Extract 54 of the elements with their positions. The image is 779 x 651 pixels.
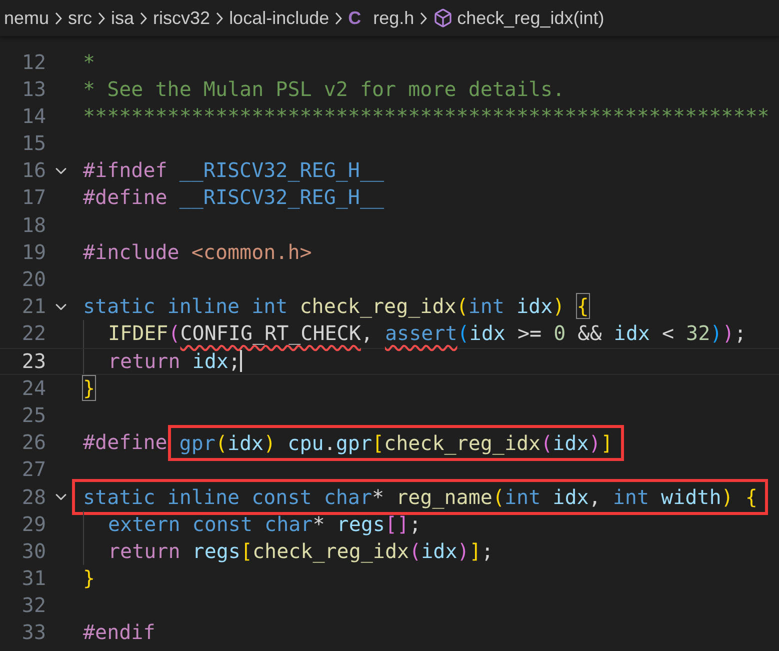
- line-number: 15: [20, 130, 46, 158]
- code-line: }: [83, 565, 96, 592]
- line-number: 13: [20, 76, 46, 103]
- code-line: return regs[check_reg_idx(idx)];: [108, 538, 494, 565]
- annotation-box: gpr(idx) cpu.gpr[check_reg_idx(idx)]: [168, 424, 624, 461]
- code-line: * See the Mulan PSL v2 for more details.: [83, 76, 565, 103]
- code-text: #define: [83, 429, 168, 456]
- line-number: 32: [20, 592, 46, 620]
- code-line: return idx;: [108, 348, 240, 375]
- line-number: 25: [20, 402, 46, 429]
- line-number: 33: [20, 619, 46, 646]
- code-line: #include <common.h>: [83, 238, 312, 266]
- line-number: 28: [20, 484, 46, 510]
- line-number: 30: [20, 538, 46, 565]
- chevron-right-icon: [216, 12, 224, 24]
- code-line: #define __RISCV32_REG_H__: [83, 184, 384, 212]
- breadcrumb-item[interactable]: check_reg_idx(int): [457, 4, 604, 32]
- text-cursor: [240, 350, 242, 372]
- code-line: #endif: [83, 619, 156, 646]
- line-number: 18: [20, 212, 46, 239]
- line-number: 14: [20, 102, 46, 130]
- line-number: 20: [20, 266, 46, 293]
- line-number: 29: [20, 510, 46, 538]
- line-number: 22: [20, 320, 46, 348]
- line-number: 12: [20, 48, 46, 76]
- chevron-right-icon: [335, 12, 342, 24]
- breadcrumb-item[interactable]: local-include: [229, 4, 330, 32]
- breadcrumb-item[interactable]: src: [68, 4, 92, 32]
- code-line: IFDEF(CONFIG_RT_CHECK, assert(idx >= 0 && idx < 32));: [108, 320, 746, 348]
- breadcrumb-item[interactable]: reg.h: [373, 4, 414, 32]
- cube-icon: [433, 8, 454, 28]
- code-line: *********************************************************: [83, 102, 770, 130]
- annotation-box: static inline const char* reg_name(int idx, int width) {: [72, 479, 768, 516]
- chevron-right-icon: [55, 12, 62, 24]
- chevron-right-icon: [140, 12, 148, 24]
- code-line: }: [83, 374, 96, 402]
- line-number: 19: [20, 238, 46, 266]
- code-line: static inline int check_reg_idx(int idx) {: [83, 293, 589, 320]
- c-file-icon: C: [348, 4, 362, 32]
- line-number: 31: [20, 565, 46, 592]
- line-number: 26: [20, 429, 46, 456]
- breadcrumb-item[interactable]: isa: [111, 4, 134, 32]
- line-number: 27: [20, 456, 46, 484]
- line-number: 23: [20, 348, 46, 375]
- code-line: *: [83, 48, 96, 76]
- line-number: 21: [20, 293, 46, 320]
- line-number: 24: [20, 374, 46, 402]
- breadcrumb-item[interactable]: nemu: [4, 4, 50, 32]
- chevron-right-icon: [98, 12, 106, 24]
- line-number: 16: [20, 157, 46, 184]
- breadcrumb-item[interactable]: riscv32: [153, 4, 210, 32]
- chevron-right-icon: [420, 12, 428, 24]
- line-number: 17: [20, 184, 46, 212]
- code-line: #ifndef __RISCV32_REG_H__: [83, 157, 384, 184]
